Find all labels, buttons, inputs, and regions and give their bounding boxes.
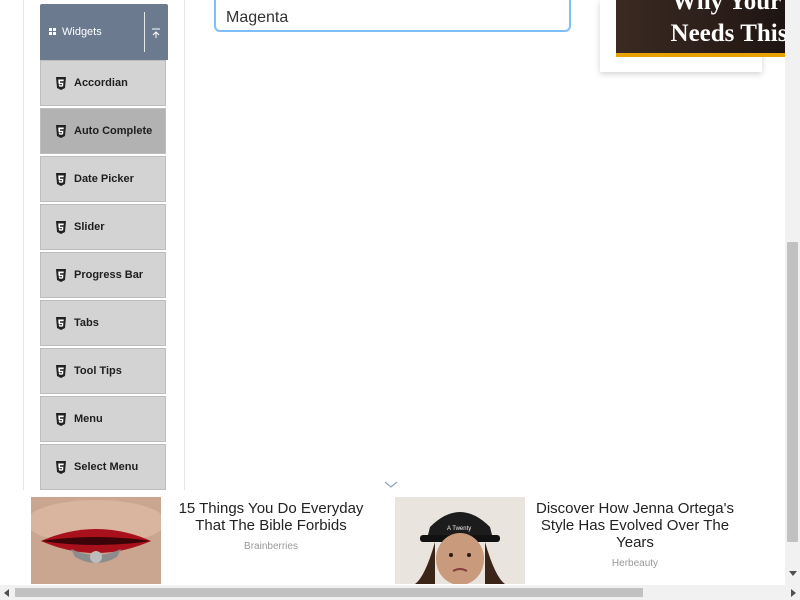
vertical-scrollbar[interactable]	[785, 0, 800, 587]
sidebar-item-tool-tips[interactable]: Tool Tips	[40, 348, 166, 394]
sidebar-item-select-menu[interactable]: Select Menu	[40, 444, 166, 490]
html5-icon	[56, 413, 66, 426]
sidebar-item-menu[interactable]: Menu	[40, 396, 166, 442]
header-divider	[144, 12, 145, 52]
widgets-group-header[interactable]: Widgets	[40, 4, 168, 60]
chevron-down-icon[interactable]	[384, 480, 398, 489]
sidebar-item-label: Tabs	[74, 317, 99, 329]
vertical-scroll-thumb[interactable]	[787, 242, 798, 542]
sidebar-item-label: Accordian	[74, 77, 128, 89]
ad-thumbnail-2[interactable]: A Twenty	[395, 497, 525, 584]
scroll-right-arrow-icon[interactable]	[791, 589, 796, 597]
sidebar-item-progress-bar[interactable]: Progress Bar	[40, 252, 166, 298]
html5-icon	[56, 221, 66, 234]
svg-text:A Twenty: A Twenty	[447, 526, 471, 532]
bottom-ad-card-2[interactable]: A Twenty Discover How Jenna Ortega's Sty…	[395, 497, 757, 584]
ad-headline-2[interactable]: Discover How Jenna Ortega's Style Has Ev…	[527, 500, 743, 551]
widgets-grid-icon	[49, 28, 57, 36]
top-ad-headline-line2: Needs This I	[670, 20, 800, 47]
left-gutter	[0, 0, 24, 526]
color-autocomplete-input[interactable]: Magenta	[214, 0, 571, 32]
html5-icon	[56, 269, 66, 282]
top-ad[interactable]: Why Your F Needs This I	[600, 0, 800, 72]
html5-icon	[56, 365, 66, 378]
ad-source-2: Herbeauty	[611, 558, 659, 569]
sidebar-item-label: Select Menu	[74, 461, 139, 473]
sidebar-item-label: Tool Tips	[74, 365, 122, 377]
bottom-ad-card-1[interactable]: 15 Things You Do Everyday That The Bible…	[31, 497, 391, 584]
sidebar-item-label: Date Picker	[74, 173, 134, 185]
scroll-down-arrow-icon[interactable]	[789, 571, 797, 576]
html5-icon	[56, 173, 66, 186]
input-value: Magenta	[226, 9, 289, 26]
sidebar-item-label: Slider	[74, 221, 105, 233]
collapse-up-icon[interactable]	[150, 26, 162, 40]
sidebar-item-accordian[interactable]: Accordian	[40, 60, 166, 106]
ad-thumbnail-1[interactable]	[31, 497, 161, 584]
group-title: Widgets	[62, 26, 102, 38]
scroll-left-arrow-icon[interactable]	[4, 589, 9, 597]
html5-icon	[56, 317, 66, 330]
ad-headline-1[interactable]: 15 Things You Do Everyday That The Bible…	[167, 500, 375, 534]
sidebar-item-date-picker[interactable]: Date Picker	[40, 156, 166, 202]
sidebar-item-tabs[interactable]: Tabs	[40, 300, 166, 346]
sidebar-item-label: Auto Complete	[74, 125, 153, 137]
horizontal-scrollbar[interactable]	[0, 585, 800, 600]
html5-icon	[56, 77, 66, 90]
top-ad-headline-line1: Why Your F	[671, 0, 800, 15]
ad-source-1: Brainberries	[244, 541, 298, 552]
top-ad-image[interactable]: Why Your F Needs This I	[616, 0, 800, 57]
horizontal-scroll-thumb[interactable]	[15, 588, 643, 597]
sidebar-item-label: Progress Bar	[74, 269, 144, 281]
widgets-menu-list: Accordian Auto Complete Date Picker Slid…	[40, 60, 166, 492]
top-ad-headline: Why Your F Needs This I	[652, 0, 800, 50]
sidebar-item-auto-complete[interactable]: Auto Complete	[40, 108, 166, 154]
sidebar-item-slider[interactable]: Slider	[40, 204, 166, 250]
sidebar-item-label: Menu	[74, 413, 103, 425]
html5-icon	[56, 125, 66, 138]
top-ad-stripe	[616, 53, 800, 57]
html5-icon	[56, 461, 66, 474]
